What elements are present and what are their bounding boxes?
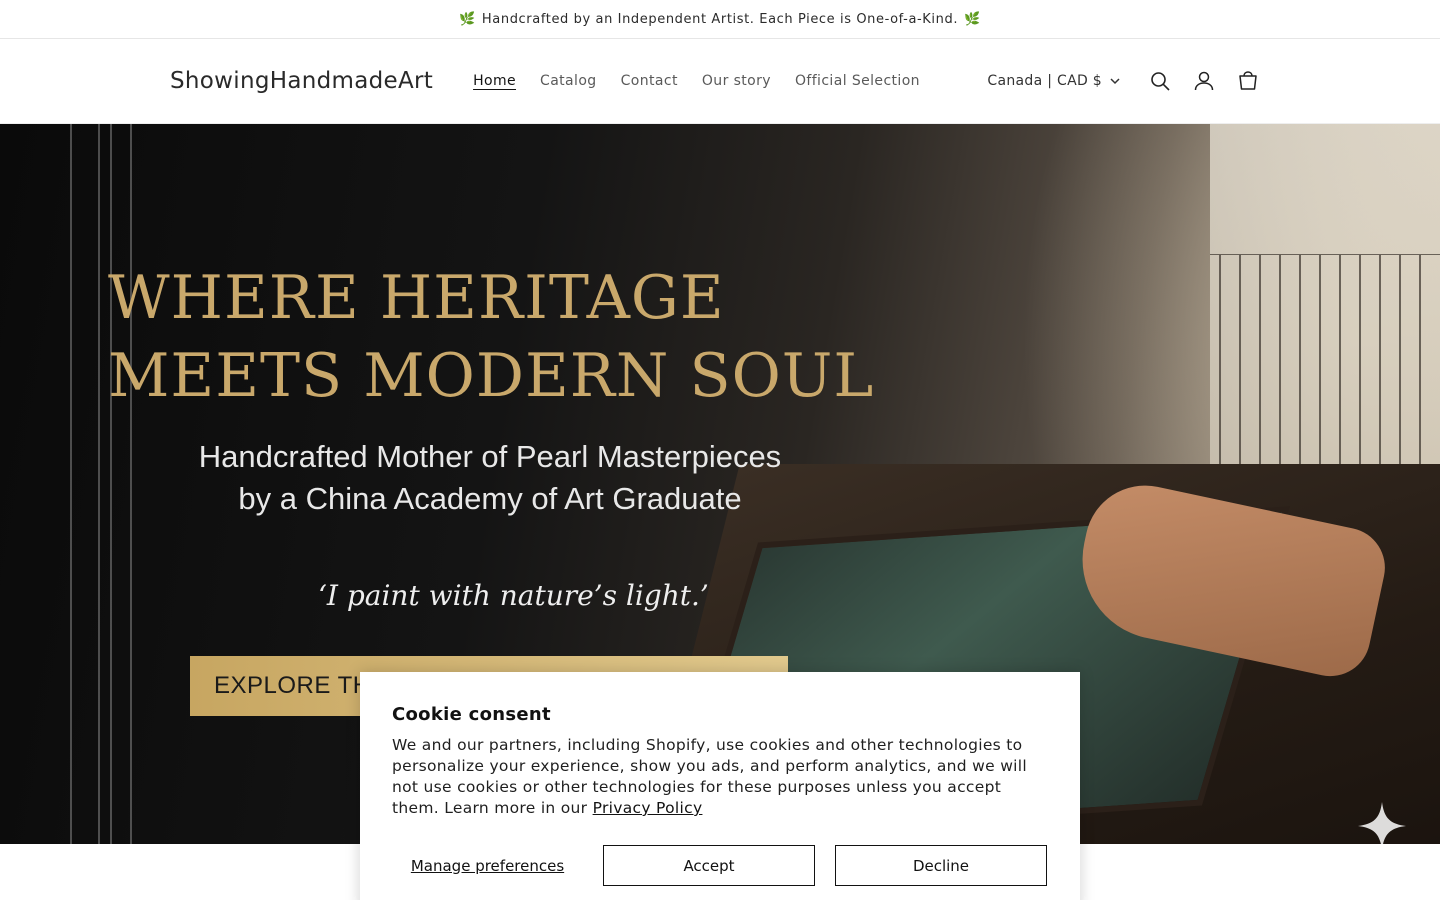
main-nav: Home Catalog Contact Our story Official … — [461, 73, 932, 89]
chevron-down-icon — [1110, 77, 1120, 84]
accept-button[interactable]: Accept — [603, 845, 815, 886]
hero-subtitle-line: by a China Academy of Art Graduate — [238, 481, 742, 516]
nav-catalog[interactable]: Catalog — [528, 73, 609, 89]
search-button[interactable] — [1138, 59, 1182, 103]
bamboo-sketch — [70, 124, 100, 844]
header-utilities: Canada | CAD $ — [987, 59, 1270, 103]
hero-subtitle: Handcrafted Mother of Pearl Masterpieces… — [150, 436, 830, 520]
nav-contact[interactable]: Contact — [609, 73, 690, 89]
nav-home[interactable]: Home — [461, 73, 528, 89]
announcement-bar: 🌿 Handcrafted by an Independent Artist. … — [0, 0, 1440, 39]
cookie-actions: Manage preferences Accept Decline — [392, 845, 1048, 886]
search-icon — [1151, 72, 1170, 91]
cart-button[interactable] — [1226, 59, 1270, 103]
account-button[interactable] — [1182, 59, 1226, 103]
cart-icon — [1239, 71, 1257, 90]
nav-our-story[interactable]: Our story — [690, 73, 783, 89]
country-selector[interactable]: Canada | CAD $ — [987, 73, 1120, 89]
hero-title: WHERE HERITAGE MEETS MODERN SOUL — [108, 259, 874, 415]
nav-official-selection[interactable]: Official Selection — [783, 73, 932, 89]
cookie-body-text: We and our partners, including Shopify, … — [392, 736, 1028, 817]
privacy-policy-link[interactable]: Privacy Policy — [593, 799, 703, 817]
cookie-title: Cookie consent — [392, 704, 551, 725]
hero-quote: ‘I paint with nature’s light.’ — [318, 579, 709, 612]
hero-subtitle-line: Handcrafted Mother of Pearl Masterpieces — [198, 439, 782, 474]
bamboo-sketch — [110, 124, 132, 844]
site-header: ShowingHandmadeArt Home Catalog Contact … — [0, 39, 1440, 124]
hero-title-line: WHERE HERITAGE — [108, 263, 725, 333]
country-selector-label: Canada | CAD $ — [987, 73, 1102, 89]
leaf-icon: 🌿 — [459, 11, 476, 27]
cookie-consent-dialog: Cookie consent We and our partners, incl… — [360, 672, 1080, 900]
leaf-icon: 🌿 — [964, 11, 981, 27]
hero-title-line: MEETS MODERN SOUL — [108, 341, 875, 411]
sparkle-icon — [1358, 802, 1406, 844]
site-logo[interactable]: ShowingHandmadeArt — [170, 68, 433, 94]
announcement-text: Handcrafted by an Independent Artist. Ea… — [481, 11, 959, 27]
account-icon — [1194, 71, 1214, 91]
manage-preferences-button[interactable]: Manage preferences — [392, 857, 583, 875]
decline-button[interactable]: Decline — [835, 845, 1047, 886]
cookie-body: We and our partners, including Shopify, … — [392, 735, 1048, 819]
